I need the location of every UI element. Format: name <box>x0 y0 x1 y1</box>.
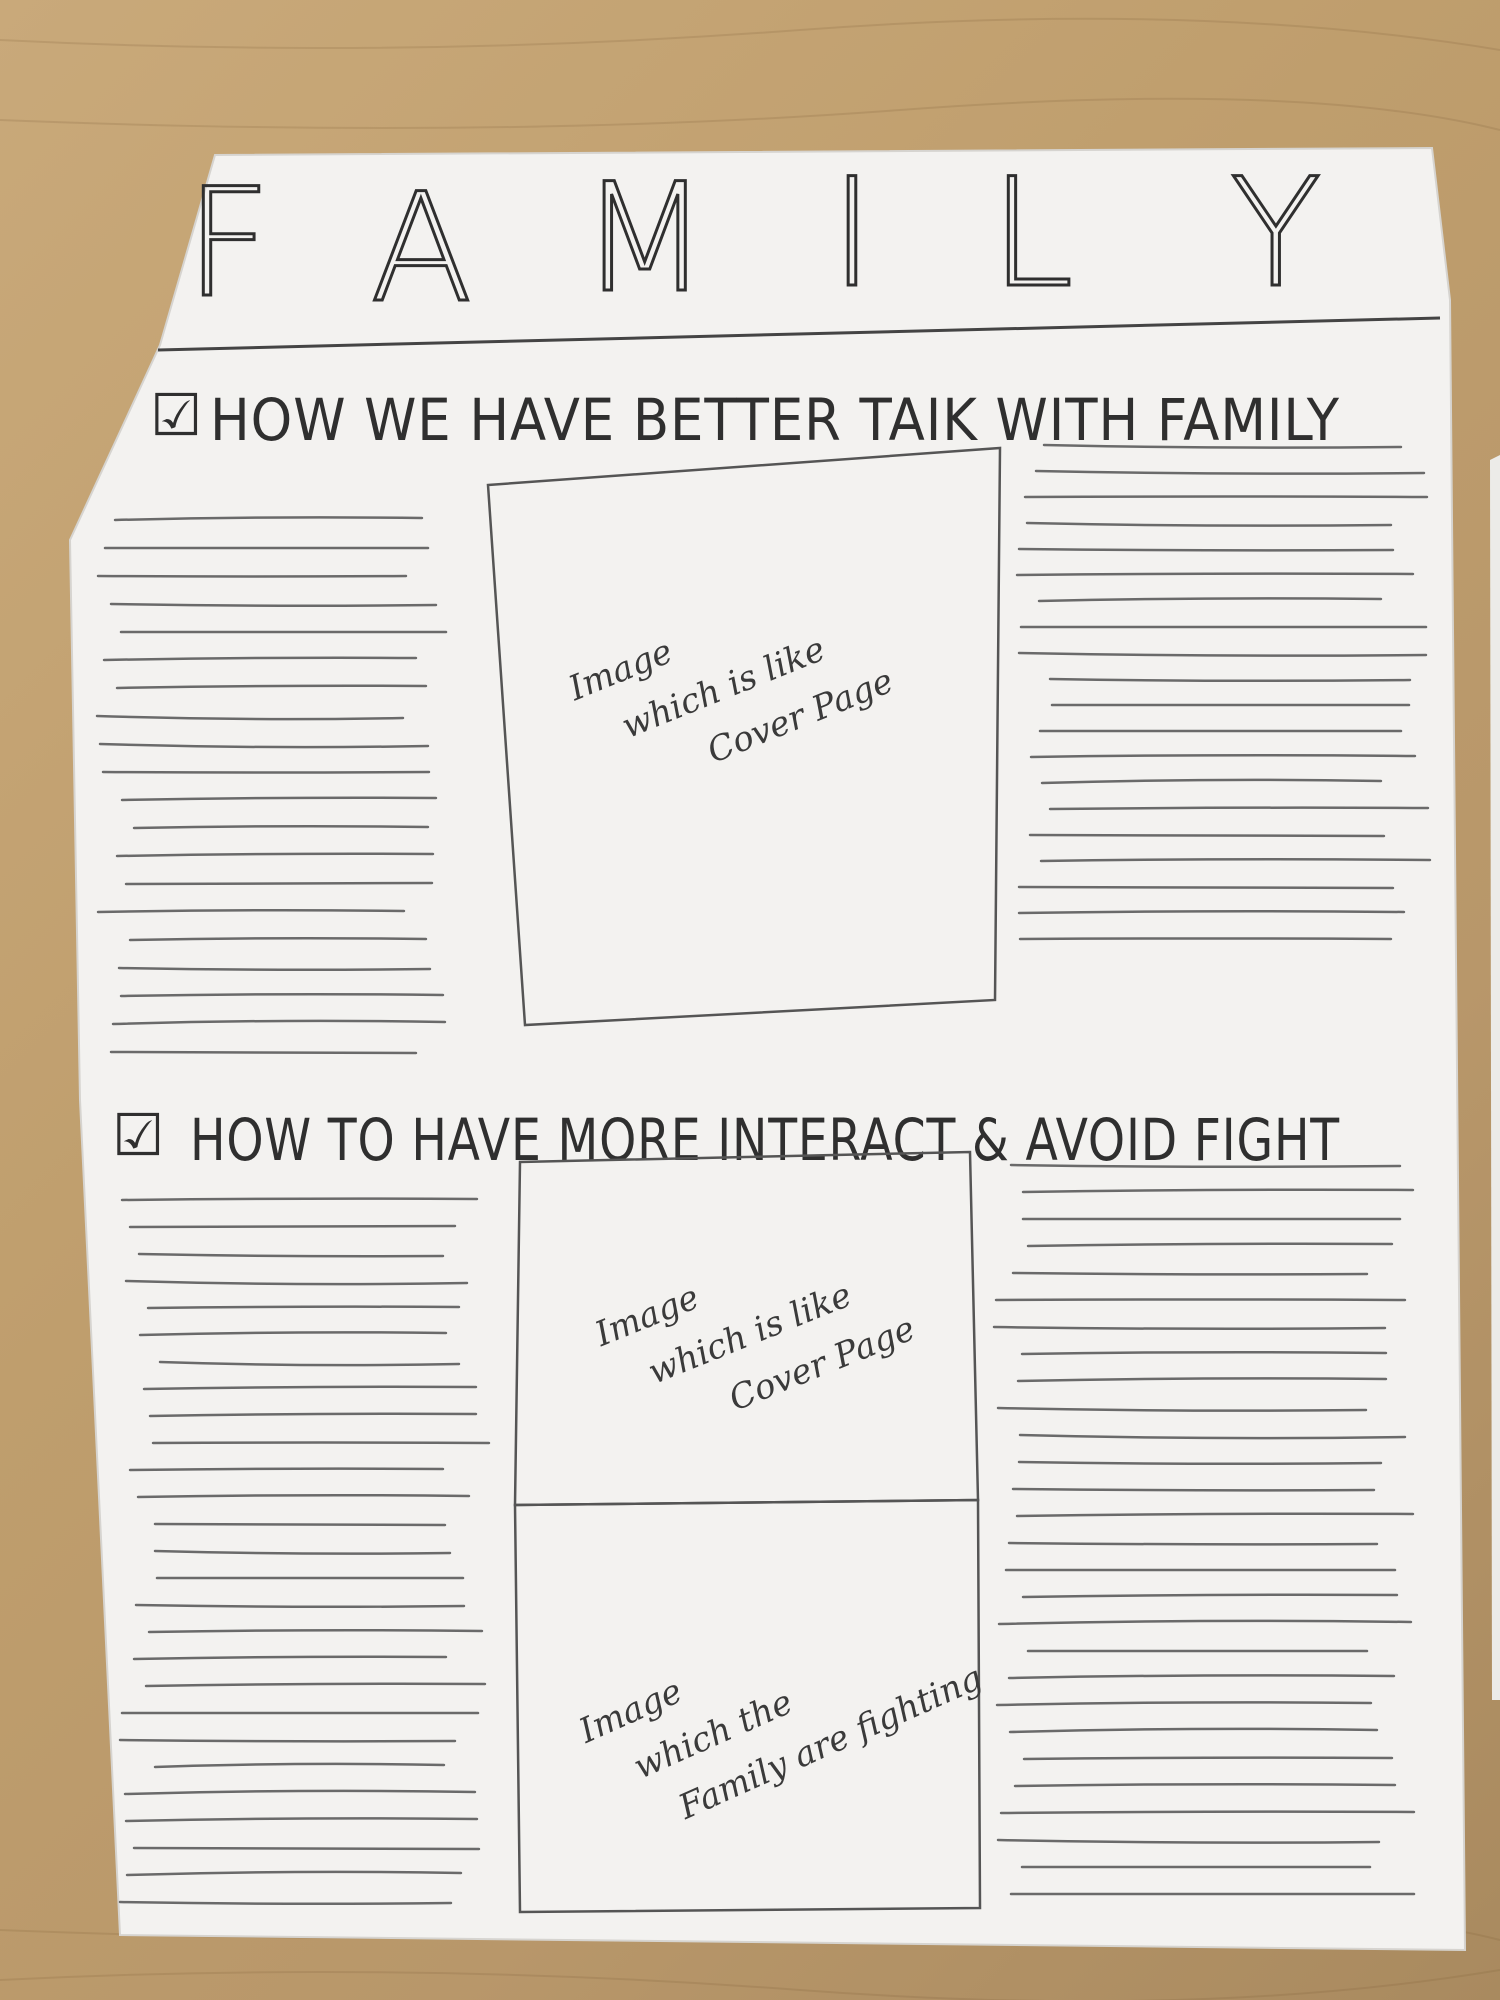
section-heading: HOW WE HAVE BETTER TAIK WITH FAMILY <box>210 386 1340 454</box>
scribble-line <box>1011 1487 1376 1492</box>
scribble-line <box>120 1197 479 1202</box>
checkbox-icon: ☑ <box>150 381 203 449</box>
scribble-line <box>132 1846 481 1851</box>
scribble-line <box>153 1522 447 1527</box>
title-letter: L <box>990 147 1074 321</box>
scribble-line <box>101 770 431 774</box>
scribble-line <box>1017 885 1395 890</box>
scribble-line <box>128 1224 457 1229</box>
scribble-line <box>1011 1271 1369 1276</box>
photo-scene: F A M I L Y ☑ HOW WE HAVE BETTER TAIK WI… <box>0 17 1500 2000</box>
checkbox-icon: ☑ <box>112 1101 165 1169</box>
scribble-line <box>1015 572 1415 577</box>
scribble-line <box>1017 547 1395 552</box>
scribble-line <box>96 574 408 578</box>
title-letter: Y <box>1230 147 1322 321</box>
title-letter: A <box>370 162 473 336</box>
scribble-line <box>109 1050 418 1055</box>
title-letter: M <box>580 152 709 326</box>
scribble-line <box>1048 806 1430 811</box>
scribble-line <box>1018 937 1393 941</box>
title-letter: I <box>830 147 874 321</box>
scribble-line <box>151 1441 491 1445</box>
title-letter: F <box>185 157 271 331</box>
scribble-line <box>146 1305 461 1310</box>
second-sheet-edge <box>1490 455 1500 1700</box>
scribble-line <box>999 1810 1416 1815</box>
scribble-line <box>124 881 434 886</box>
scribble-line <box>128 1467 445 1472</box>
scribble-line <box>1023 495 1429 499</box>
scribble-line <box>118 1738 457 1743</box>
scribble-line <box>1028 833 1386 838</box>
scribble-line <box>1022 1756 1394 1761</box>
section-heading: HOW TO HAVE MORE INTERACT & AVOID FIGHT <box>190 1106 1340 1174</box>
scribble-line <box>994 1298 1407 1302</box>
scribble-line <box>1007 1541 1379 1546</box>
